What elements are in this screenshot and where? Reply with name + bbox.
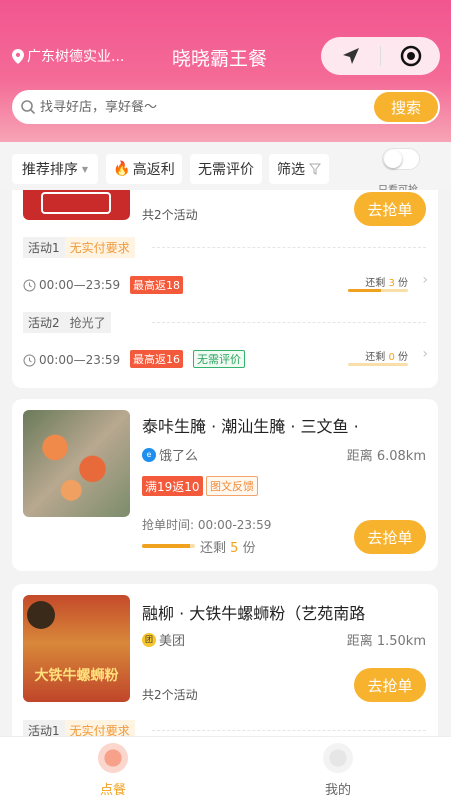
activity-label: 活动1 — [23, 236, 65, 258]
shop-thumbnail — [23, 190, 130, 220]
tab-bar: 点餐 我的 — [0, 736, 451, 808]
activity-label: 活动2 — [23, 311, 65, 333]
user-icon — [323, 743, 353, 773]
platform: e 饿了么 — [142, 445, 198, 464]
search-icon — [21, 100, 36, 115]
shop-card[interactable]: 共2个活动 去抢单 活动1 无实付要求 00:00—23:59 最高返18 还剩… — [12, 190, 438, 388]
progress-fill — [348, 289, 381, 292]
high-rebate-label: 高返利 — [132, 162, 175, 178]
rebate-tag: 满19返10 — [142, 476, 203, 496]
remaining-progress-bar — [348, 363, 408, 366]
meituan-icon: 团 — [142, 632, 156, 647]
activity-row: 活动1 无实付要求 — [23, 236, 135, 258]
search-button[interactable]: 搜索 — [374, 92, 438, 122]
high-rebate-filter[interactable]: 🔥 高返利 — [106, 154, 182, 184]
grab-time: 抢单时间: 00:00-23:59 — [142, 518, 272, 532]
close-mini-program-button[interactable] — [381, 37, 440, 75]
platform-name: 美团 — [159, 634, 186, 649]
remaining-progress-bar — [142, 544, 195, 548]
tab-profile[interactable]: 我的 — [298, 743, 378, 798]
shop-card[interactable]: 大铁牛螺蛳粉 融柳 · 大铁牛螺蛳粉（艺苑南路 团 美团 距离 1.50km 共… — [12, 584, 438, 744]
grab-order-button[interactable]: 去抢单 — [354, 192, 426, 226]
shop-card[interactable]: 泰咔生腌 · 潮汕生腌 · 三文鱼 · e 饿了么 距离 6.08km 满19返… — [12, 399, 438, 571]
grab-order-button[interactable]: 去抢单 — [354, 668, 426, 702]
platform: 团 美团 — [142, 630, 185, 649]
platform-name: 饿了么 — [159, 449, 199, 464]
funnel-icon — [309, 163, 321, 175]
activity-count: 共2个活动 — [142, 208, 198, 222]
activity-row: 活动2 抢光了 — [23, 311, 111, 333]
shop-thumbnail: 大铁牛螺蛳粉 — [23, 595, 130, 702]
brand-logo — [27, 601, 55, 629]
navigation-arrow-icon — [342, 48, 359, 64]
divider — [152, 322, 426, 323]
location-text: 广东树德实业... — [27, 49, 125, 65]
activity-requirement: 无实付要求 — [64, 236, 135, 258]
filter-label: 筛选 — [277, 162, 305, 178]
no-review-tag: 无需评价 — [193, 350, 245, 368]
activity-time: 00:00—23:59 — [23, 278, 120, 292]
sort-label: 推荐排序 — [21, 162, 78, 178]
remaining-count: 还剩 3 份 — [365, 278, 408, 289]
activity-count: 共2个活动 — [142, 688, 198, 702]
max-rebate-tag: 最高返16 — [130, 350, 183, 368]
shop-thumbnail — [23, 410, 130, 517]
page-title: 晓晓霸王餐 — [172, 48, 268, 70]
max-rebate-tag: 最高返18 — [130, 276, 183, 294]
target-circle-icon — [400, 45, 421, 67]
chevron-right-icon[interactable]: › — [422, 272, 428, 288]
remaining-count: 还剩 5 份 — [200, 541, 256, 556]
tab-label: 点餐 — [99, 783, 126, 798]
mini-program-capsule — [321, 37, 440, 75]
search-input[interactable] — [40, 99, 340, 115]
filter-button[interactable]: 筛选 — [269, 154, 329, 184]
flame-icon: 🔥 — [113, 161, 131, 177]
eleme-icon: e — [142, 447, 156, 462]
time-range: 00:00—23:59 — [39, 353, 121, 367]
clock-icon — [23, 354, 36, 366]
sort-dropdown[interactable]: 推荐排序 ▼ — [12, 154, 98, 184]
progress-fill — [142, 544, 190, 548]
thumbnail-text: 大铁牛螺蛳粉 — [34, 668, 119, 684]
tab-order[interactable]: 点餐 — [73, 743, 153, 798]
remaining-progress-bar — [348, 289, 408, 292]
remaining-count: 还剩 0 份 — [365, 352, 408, 363]
toggle-knob — [384, 150, 402, 168]
activity-status: 抢光了 — [64, 311, 111, 333]
photo-feedback-tag: 图文反馈 — [206, 476, 258, 496]
search-bar: 搜索 — [12, 90, 440, 124]
navigate-button[interactable] — [321, 37, 380, 75]
location-pin-icon — [12, 48, 24, 64]
tab-label: 我的 — [324, 783, 351, 798]
available-only-toggle[interactable] — [382, 148, 420, 170]
distance: 距离 1.50km — [346, 634, 426, 649]
divider — [152, 247, 426, 248]
shop-name: 泰咔生腌 · 潮汕生腌 · 三文鱼 · — [142, 417, 359, 436]
clock-icon — [23, 279, 36, 291]
chevron-right-icon[interactable]: › — [422, 346, 428, 362]
distance: 距离 6.08km — [346, 449, 426, 464]
time-range: 00:00—23:59 — [39, 278, 121, 292]
activity-time: 00:00—23:59 — [23, 353, 120, 367]
location-selector[interactable]: 广东树德实业... — [12, 46, 124, 66]
grab-order-button[interactable]: 去抢单 — [354, 520, 426, 554]
divider — [152, 730, 426, 731]
shop-name: 融柳 · 大铁牛螺蛳粉（艺苑南路 — [142, 604, 366, 623]
food-bowl-icon — [98, 743, 128, 773]
dropdown-caret-icon: ▼ — [81, 164, 89, 174]
no-review-filter[interactable]: 无需评价 — [190, 154, 262, 184]
header: 广东树德实业... 晓晓霸王餐 搜索 — [0, 0, 451, 142]
